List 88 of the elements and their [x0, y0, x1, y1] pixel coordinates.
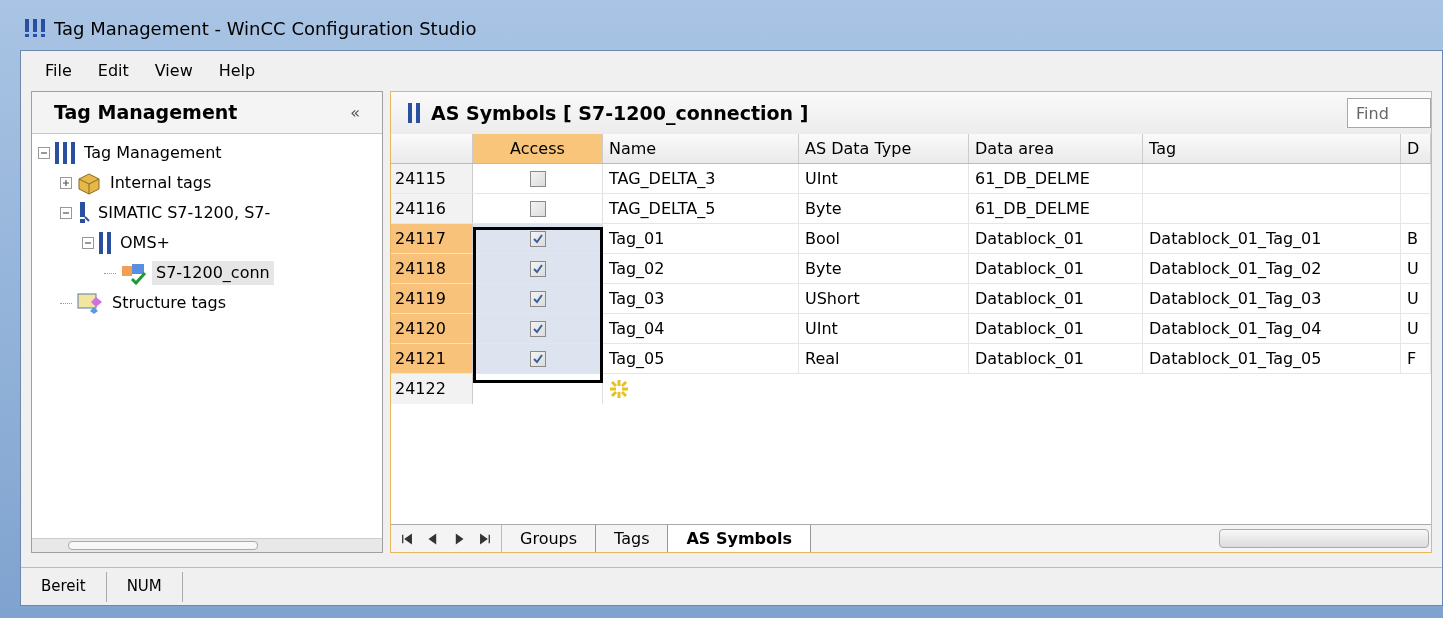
- row-number[interactable]: 24121: [391, 344, 473, 373]
- column-header[interactable]: AS Data Type: [799, 134, 969, 163]
- column-header[interactable]: Access: [473, 134, 603, 163]
- navigation-arrow-icon[interactable]: [401, 531, 413, 546]
- tree-item[interactable]: Tag Management: [80, 141, 226, 165]
- table-cell-text: Datablock_01_Tag_05: [1149, 347, 1322, 370]
- row-number[interactable]: 24118: [391, 254, 473, 283]
- table-cell-text: Tag_01: [609, 227, 665, 250]
- table-cell-text: Bool: [805, 227, 840, 250]
- table-cell-text: TAG_DELTA_3: [609, 167, 716, 190]
- bars-icon: [54, 141, 76, 165]
- table-cell-text: Tag_04: [609, 317, 665, 340]
- table-cell-text: Byte: [805, 257, 842, 280]
- menu-item[interactable]: Edit: [97, 59, 129, 83]
- table-cell-text: UInt: [805, 317, 838, 340]
- column-header[interactable]: Name: [603, 134, 799, 163]
- connection-check-icon: [120, 261, 148, 285]
- checkbox[interactable]: [529, 260, 546, 277]
- menu-item[interactable]: Help: [218, 59, 256, 83]
- table-cell-text: Datablock_01_Tag_03: [1149, 287, 1322, 310]
- table-cell-text: Datablock_01: [975, 287, 1084, 310]
- column-header[interactable]: Data area: [969, 134, 1143, 163]
- horizontal-scrollbar[interactable]: [32, 538, 382, 552]
- table-cell-text: U: [1407, 287, 1419, 310]
- row-number[interactable]: 24117: [391, 224, 473, 253]
- editor-title: AS Symbols [ S7-1200_connection ]: [431, 100, 810, 127]
- table-cell-text: Real: [805, 347, 840, 370]
- status-text: Bereit: [21, 571, 107, 602]
- checkbox[interactable]: [529, 230, 546, 247]
- window-title: Tag Management - WinCC Configuration Studio: [54, 16, 477, 41]
- row-number[interactable]: 24120: [391, 314, 473, 343]
- row-number[interactable]: 24122: [391, 374, 473, 404]
- table-cell-text: U: [1407, 257, 1419, 280]
- checkbox[interactable]: [529, 350, 546, 367]
- tree-item[interactable]: S7-1200_conn: [152, 261, 274, 285]
- row-number[interactable]: 24115: [391, 164, 473, 193]
- table-cell-text: UInt: [805, 167, 838, 190]
- table-cell-text: Datablock_01_Tag_01: [1149, 227, 1322, 250]
- panel-title: Tag Management: [54, 100, 238, 126]
- table-cell-text: Tag_03: [609, 287, 665, 310]
- plus-box-icon[interactable]: [60, 177, 72, 189]
- column-header[interactable]: Tag: [1143, 134, 1401, 163]
- table-cell-text: Tag_02: [609, 257, 665, 280]
- collapse-button[interactable]: «: [350, 100, 360, 125]
- navigation-arrow-icon[interactable]: [427, 531, 439, 546]
- structure-icon: [76, 291, 104, 315]
- checkbox[interactable]: [529, 290, 546, 307]
- menu-item[interactable]: File: [45, 59, 72, 83]
- symbol-icon: [407, 102, 421, 124]
- row-number[interactable]: 24116: [391, 194, 473, 223]
- cubes-icon: [76, 171, 102, 195]
- table-cell-text: Datablock_01: [975, 257, 1084, 280]
- row-number[interactable]: 24119: [391, 284, 473, 313]
- table-cell-text: Tag_05: [609, 347, 665, 370]
- tree-item[interactable]: OMS+: [116, 231, 174, 255]
- menu-item[interactable]: View: [154, 59, 193, 83]
- table-cell-text: U: [1407, 317, 1419, 340]
- table-cell-text: 61_DB_DELME: [975, 167, 1090, 190]
- navigation-arrow-icon[interactable]: [479, 531, 491, 546]
- checkbox[interactable]: [529, 170, 546, 187]
- table-cell-text: Datablock_01_Tag_02: [1149, 257, 1322, 280]
- table-cell-text: Byte: [805, 197, 842, 220]
- status-text: NUM: [106, 571, 183, 602]
- table-cell-text: Datablock_01: [975, 347, 1084, 370]
- table-cell-text: F: [1407, 347, 1417, 370]
- tree-item[interactable]: SIMATIC S7-1200, S7-: [94, 201, 275, 225]
- minus-box-icon[interactable]: [60, 207, 72, 219]
- navigation-arrow-icon[interactable]: [453, 531, 465, 546]
- horizontal-scrollbar[interactable]: [1219, 529, 1429, 548]
- app-logo-icon: [24, 18, 46, 38]
- bars-icon: [98, 231, 112, 255]
- minus-box-icon[interactable]: [82, 237, 94, 249]
- table-cell-text: 61_DB_DELME: [975, 197, 1090, 220]
- table-cell-text: UShort: [805, 287, 860, 310]
- new-row-icon: [609, 379, 629, 399]
- table-cell-text: TAG_DELTA_5: [609, 197, 716, 220]
- find-field[interactable]: Find: [1347, 98, 1431, 128]
- column-header[interactable]: D: [1401, 134, 1431, 163]
- table-cell-text: B: [1407, 227, 1418, 250]
- table-cell-text: Datablock_01: [975, 317, 1084, 340]
- tree-item[interactable]: Structure tags: [108, 291, 231, 315]
- table-cell-text: Datablock_01: [975, 227, 1084, 250]
- minus-box-icon[interactable]: [38, 147, 50, 159]
- checkbox[interactable]: [529, 320, 546, 337]
- table-cell-text: Datablock_01_Tag_04: [1149, 317, 1322, 340]
- sheet-tab[interactable]: AS Symbols: [668, 525, 812, 552]
- checkbox[interactable]: [529, 200, 546, 217]
- tree-item[interactable]: Internal tags: [106, 171, 216, 195]
